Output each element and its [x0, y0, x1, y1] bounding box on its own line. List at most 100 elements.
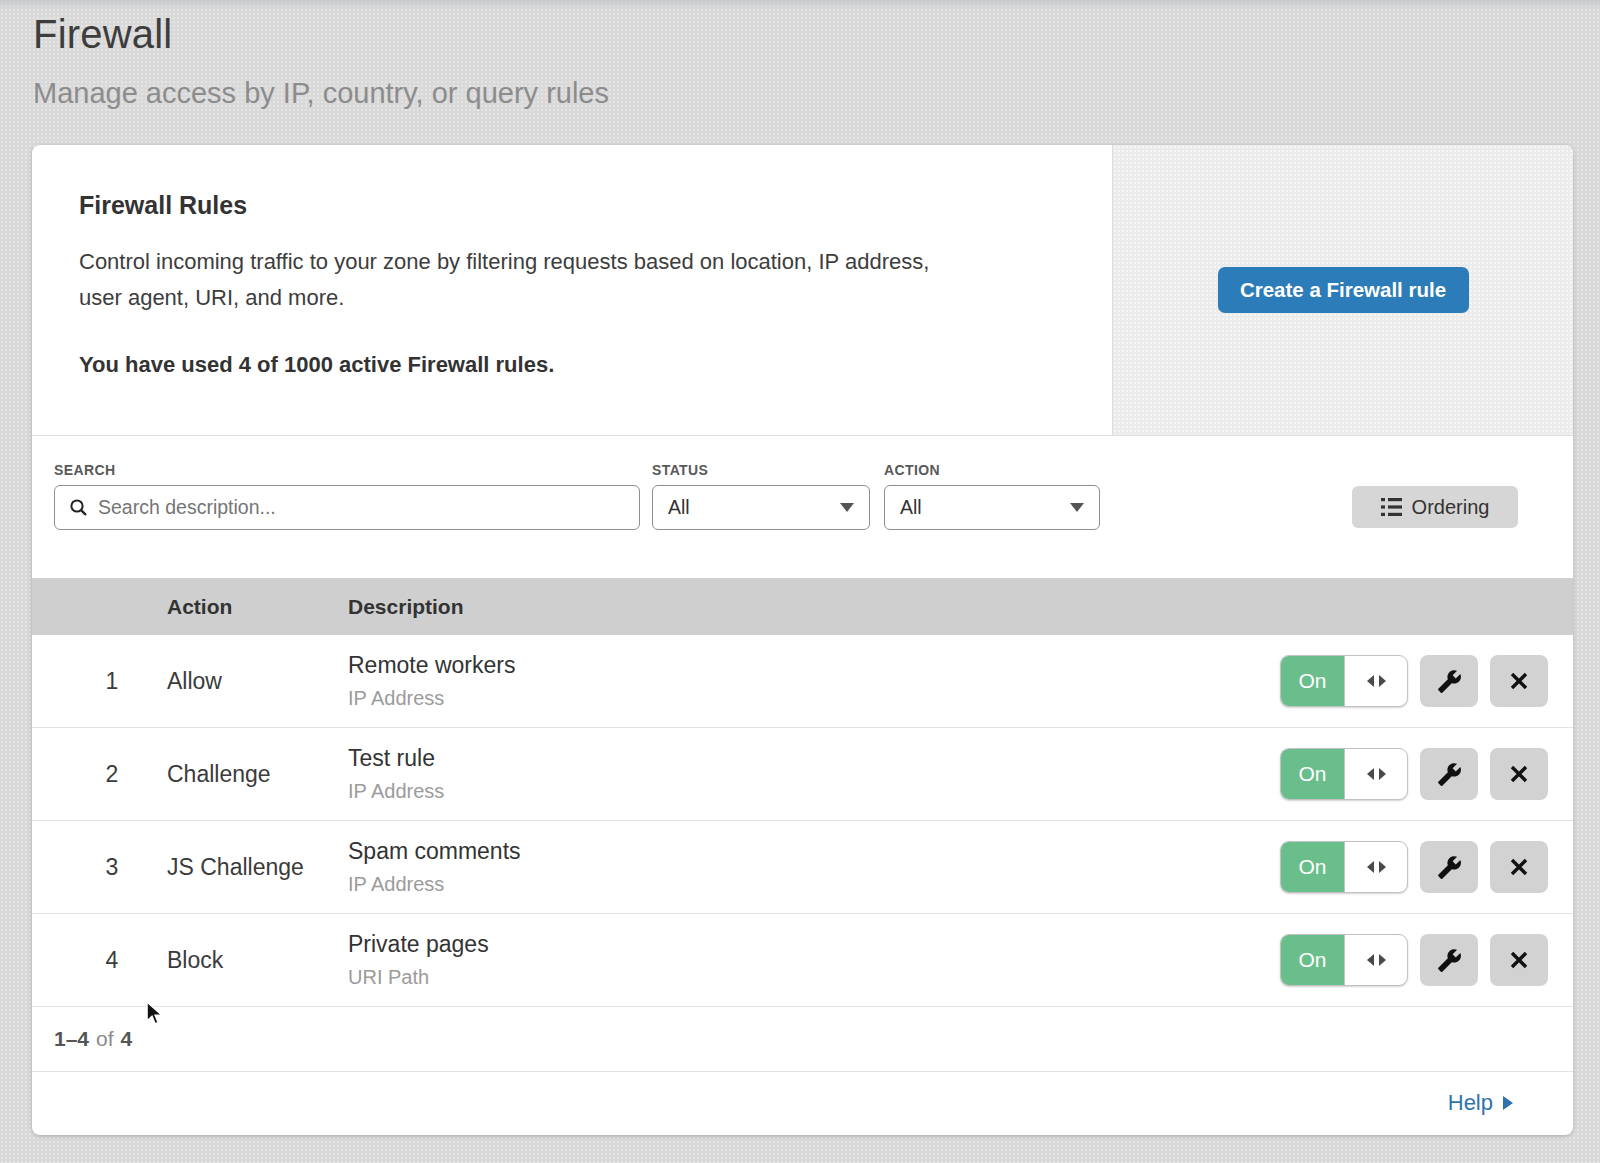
description-column-header: Description	[348, 595, 1573, 619]
ordered-list-icon	[1381, 498, 1402, 516]
delete-rule-button[interactable]	[1490, 655, 1548, 707]
rule-action: JS Challenge	[167, 854, 348, 881]
pagination-of: of	[96, 1027, 114, 1051]
rule-controls: On	[1280, 655, 1548, 707]
table-row: 2 Challenge Test rule IP Address On	[32, 728, 1573, 821]
triangle-right-icon	[1379, 861, 1386, 873]
rule-action: Challenge	[167, 761, 348, 788]
rule-action: Allow	[167, 668, 348, 695]
rule-match-type: IP Address	[348, 780, 1280, 803]
rule-priority: 2	[32, 761, 167, 788]
wrench-icon	[1437, 855, 1462, 880]
rule-description: Remote workers	[348, 652, 1280, 679]
rule-description: Test rule	[348, 745, 1280, 772]
action-value: All	[900, 496, 922, 519]
toggle-on-label[interactable]: On	[1281, 749, 1345, 799]
wrench-icon	[1437, 669, 1462, 694]
rule-enabled-toggle[interactable]: On	[1280, 841, 1408, 893]
section-description: Control incoming traffic to your zone by…	[79, 244, 959, 316]
toggle-handle[interactable]	[1345, 842, 1407, 892]
delete-rule-button[interactable]	[1490, 934, 1548, 986]
ordering-button[interactable]: Ordering	[1352, 486, 1518, 528]
table-row: 1 Allow Remote workers IP Address On	[32, 635, 1573, 728]
rule-controls: On	[1280, 934, 1548, 986]
close-icon	[1507, 669, 1531, 693]
triangle-left-icon	[1367, 861, 1374, 873]
close-icon	[1507, 762, 1531, 786]
triangle-right-icon	[1379, 954, 1386, 966]
rule-priority: 1	[32, 668, 167, 695]
close-icon	[1507, 855, 1531, 879]
status-label: STATUS	[652, 462, 708, 478]
status-value: All	[668, 496, 690, 519]
create-rule-panel: Create a Firewall rule	[1112, 145, 1573, 435]
close-icon	[1507, 948, 1531, 972]
table-body: 1 Allow Remote workers IP Address On	[32, 635, 1573, 1007]
chevron-down-icon	[840, 503, 854, 512]
table-header: Action Description	[32, 578, 1573, 635]
card-top-section: Firewall Rules Control incoming traffic …	[32, 145, 1573, 436]
toggle-handle[interactable]	[1345, 656, 1407, 706]
rule-enabled-toggle[interactable]: On	[1280, 655, 1408, 707]
toggle-on-label[interactable]: On	[1281, 842, 1345, 892]
toggle-handle[interactable]	[1345, 749, 1407, 799]
overview-section: Firewall Rules Control incoming traffic …	[32, 145, 1112, 435]
toggle-handle[interactable]	[1345, 935, 1407, 985]
rule-priority: 3	[32, 854, 167, 881]
status-select[interactable]: All	[652, 485, 870, 530]
triangle-right-icon	[1379, 675, 1386, 687]
search-icon	[69, 498, 89, 518]
search-label: SEARCH	[54, 462, 116, 478]
edit-rule-button[interactable]	[1420, 841, 1478, 893]
wrench-icon	[1437, 948, 1462, 973]
triangle-left-icon	[1367, 675, 1374, 687]
rule-match-type: IP Address	[348, 873, 1280, 896]
table-row: 4 Block Private pages URI Path On	[32, 914, 1573, 1007]
rule-controls: On	[1280, 841, 1548, 893]
rule-description: Spam comments	[348, 838, 1280, 865]
rule-priority: 4	[32, 947, 167, 974]
chevron-down-icon	[1070, 503, 1084, 512]
page-header: Firewall Manage access by IP, country, o…	[0, 0, 1600, 110]
rule-match-type: URI Path	[348, 966, 1280, 989]
create-firewall-rule-button[interactable]: Create a Firewall rule	[1218, 267, 1469, 313]
wrench-icon	[1437, 762, 1462, 787]
section-heading: Firewall Rules	[79, 191, 1052, 220]
action-column-header: Action	[167, 595, 348, 619]
triangle-left-icon	[1367, 954, 1374, 966]
page-title: Firewall	[33, 12, 1600, 57]
page-subtitle: Manage access by IP, country, or query r…	[33, 77, 1600, 110]
rule-action: Block	[167, 947, 348, 974]
pagination-range: 1–4	[54, 1027, 89, 1051]
triangle-left-icon	[1367, 768, 1374, 780]
action-label: ACTION	[884, 462, 940, 478]
arrow-right-icon	[1503, 1096, 1513, 1110]
help-link-label: Help	[1448, 1090, 1493, 1116]
pagination-total: 4	[121, 1027, 133, 1051]
ordering-button-label: Ordering	[1412, 496, 1490, 519]
delete-rule-button[interactable]	[1490, 841, 1548, 893]
search-box[interactable]	[54, 485, 640, 530]
rule-match-type: IP Address	[348, 687, 1280, 710]
help-row: Help	[32, 1072, 1573, 1133]
rule-enabled-toggle[interactable]: On	[1280, 934, 1408, 986]
pagination-row: 1–4 of 4	[32, 1007, 1573, 1072]
toggle-on-label[interactable]: On	[1281, 935, 1345, 985]
triangle-right-icon	[1379, 768, 1386, 780]
rule-enabled-toggle[interactable]: On	[1280, 748, 1408, 800]
search-input[interactable]	[98, 496, 625, 519]
table-row: 3 JS Challenge Spam comments IP Address …	[32, 821, 1573, 914]
rule-controls: On	[1280, 748, 1548, 800]
edit-rule-button[interactable]	[1420, 655, 1478, 707]
delete-rule-button[interactable]	[1490, 748, 1548, 800]
edit-rule-button[interactable]	[1420, 748, 1478, 800]
toggle-on-label[interactable]: On	[1281, 656, 1345, 706]
rule-description: Private pages	[348, 931, 1280, 958]
usage-note: You have used 4 of 1000 active Firewall …	[79, 352, 1052, 378]
edit-rule-button[interactable]	[1420, 934, 1478, 986]
help-link[interactable]: Help	[1448, 1090, 1513, 1116]
firewall-rules-card: Firewall Rules Control incoming traffic …	[32, 145, 1573, 1135]
mouse-cursor	[145, 1001, 169, 1028]
action-select[interactable]: All	[884, 485, 1100, 530]
filters-bar: SEARCH STATUS All ACTION All	[32, 436, 1573, 578]
